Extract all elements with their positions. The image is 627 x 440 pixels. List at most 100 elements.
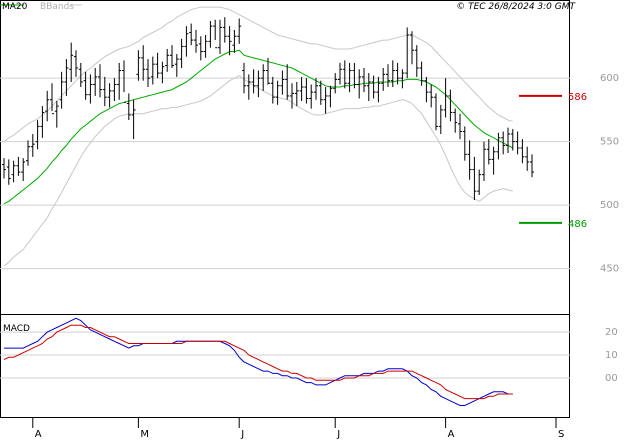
ohlc-bar	[21, 158, 26, 181]
ohlc-bar	[198, 36, 203, 61]
ohlc-bar	[83, 71, 88, 100]
ohlc-bar	[93, 68, 98, 96]
copyright-label: © TEC 26/8/2024 3:0 GMT	[456, 2, 576, 12]
ohlc-bar	[381, 68, 386, 91]
ohlc-bars	[2, 17, 534, 201]
x-tick-label: J	[336, 429, 340, 440]
ohlc-bar	[376, 76, 381, 103]
ohlc-bar	[165, 48, 170, 72]
ohlc-bar	[16, 156, 21, 176]
ohlc-bar	[472, 156, 477, 201]
ohlc-bar	[362, 68, 366, 93]
ohlc-bar	[98, 64, 102, 98]
ohlc-bar	[448, 89, 453, 122]
price-tick-label: 500	[600, 200, 619, 211]
ma20-legend-label: MA20	[2, 2, 28, 12]
ohlc-bar	[122, 60, 126, 103]
ohlc-bar	[386, 64, 390, 88]
price-tick-label: 550	[600, 137, 619, 148]
ohlc-bar	[419, 61, 424, 86]
ohlc-bar	[275, 80, 280, 105]
ohlc-bar	[40, 106, 45, 138]
ohlc-bar	[304, 78, 309, 104]
stock-chart: 586 486 450 500 550 600 20 10 00 A M J J A S MA20 B…	[0, 0, 619, 440]
ohlc-bar	[261, 64, 266, 91]
ohlc-bar	[189, 23, 194, 46]
ohlc-bar	[126, 93, 131, 121]
ohlc-bar	[208, 21, 213, 48]
ohlc-bar	[443, 78, 448, 118]
ohlc-bar	[347, 62, 352, 93]
ohlc-bar	[506, 127, 510, 154]
ohlc-bar	[256, 70, 261, 98]
ohlc-bar	[299, 76, 304, 102]
ohlc-bar	[203, 35, 208, 58]
ohlc-bar	[462, 126, 467, 161]
ohlc-bar	[453, 108, 458, 133]
ohlc-bar	[112, 78, 117, 102]
ohlc-bar	[371, 75, 376, 99]
ohlc-bar	[88, 74, 93, 104]
ohlc-bar	[482, 141, 486, 181]
support-level-label: 486	[568, 219, 587, 230]
ohlc-bar	[213, 19, 218, 49]
ohlc-bar	[400, 69, 405, 89]
x-axis-ticks: AMJJAS	[32, 418, 564, 440]
x-tick-label: S	[558, 429, 564, 440]
ohlc-bar	[309, 84, 314, 109]
ohlc-bar	[232, 29, 237, 53]
ohlc-bar	[179, 38, 184, 69]
ohlc-bar	[520, 139, 525, 164]
ohlc-bar	[30, 134, 35, 157]
macd-tick-label: 10	[605, 350, 618, 361]
ohlc-bar	[342, 60, 347, 89]
ohlc-bar	[280, 70, 285, 95]
ohlc-bar	[525, 146, 530, 171]
ohlc-bar	[530, 154, 534, 178]
resistance-level-label: 586	[568, 92, 587, 103]
bbands-legend-label: BBands	[40, 2, 74, 12]
ohlc-bar	[54, 101, 59, 128]
ohlc-bar	[222, 17, 227, 43]
ohlc-bar	[486, 139, 491, 165]
ohlc-bar	[6, 159, 11, 185]
ohlc-bar	[69, 42, 74, 82]
ohlc-bar	[294, 81, 299, 107]
ohlc-bar	[429, 84, 434, 108]
ohlc-bar	[338, 62, 342, 85]
ohlc-bar	[50, 83, 54, 115]
price-tick-label: 600	[600, 73, 619, 84]
ohlc-bar	[270, 76, 275, 104]
macd-title: MACD	[3, 324, 30, 334]
ohlc-bar	[117, 62, 122, 100]
ohlc-bar	[333, 73, 338, 94]
ohlc-bar	[64, 59, 69, 96]
macd-tick-label: 00	[605, 373, 618, 384]
ohlc-bar	[366, 73, 371, 102]
ohlc-bar	[45, 90, 50, 122]
x-tick-label: A	[35, 429, 42, 440]
x-tick-label: A	[448, 429, 455, 440]
macd-tick-label: 20	[605, 327, 618, 338]
ohlc-bar	[515, 131, 520, 155]
ohlc-bar	[74, 50, 78, 77]
ohlc-bar	[458, 113, 462, 140]
ohlc-bar	[414, 45, 419, 77]
ohlc-bar	[136, 50, 141, 81]
ohlc-bar	[2, 158, 6, 179]
ohlc-bar	[160, 61, 165, 84]
ohlc-bar	[218, 19, 222, 55]
ohlc-bar	[285, 64, 290, 100]
ohlc-bar	[496, 132, 501, 160]
ohlc-bar	[328, 85, 333, 108]
ohlc-bar	[59, 71, 64, 109]
price-tick-label: 450	[600, 264, 619, 275]
ohlc-bar	[131, 99, 136, 140]
x-tick-label: M	[140, 429, 149, 440]
ohlc-bar	[146, 59, 150, 88]
ohlc-bar	[26, 140, 30, 166]
ohlc-bar	[390, 60, 395, 88]
ohlc-bar	[155, 52, 160, 79]
ohlc-bar	[107, 83, 112, 108]
ohlc-bar	[438, 104, 443, 135]
